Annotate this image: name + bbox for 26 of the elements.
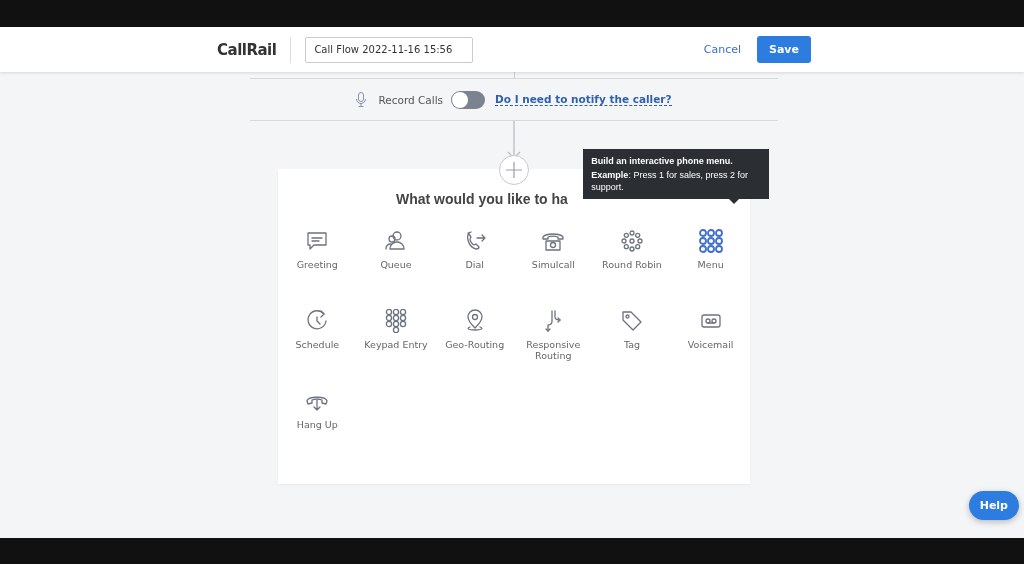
- help-button[interactable]: Help: [968, 491, 1019, 520]
- record-calls-label: Record Calls: [378, 93, 444, 106]
- logo: CallRail: [217, 40, 277, 59]
- step-option[interactable]: Greeting: [278, 219, 357, 299]
- tooltip-heading: Build an interactive phone menu.: [591, 155, 734, 167]
- step-option[interactable]: Tag: [592, 299, 672, 379]
- step-option[interactable]: Keypad Entry: [356, 299, 436, 379]
- flow-name-field[interactable]: Call Flow 2022-11-16 15:56: [305, 36, 474, 63]
- step-option[interactable]: Hang Up: [278, 379, 357, 459]
- step-option[interactable]: Simulcall: [514, 219, 593, 299]
- step-option[interactable]: Menu: [671, 219, 750, 299]
- picker-title: What would you like to ha: [396, 191, 568, 209]
- step-option[interactable]: Geo-Routing: [435, 299, 514, 379]
- step-option[interactable]: Responsive Routing: [514, 299, 593, 379]
- tooltip-text: Example: Press 1 for sales, press 2 for support.: [591, 169, 749, 193]
- step-option[interactable]: Schedule: [278, 299, 357, 379]
- cancel-link[interactable]: Cancel: [703, 43, 741, 56]
- step-option[interactable]: Round Robin: [592, 219, 672, 299]
- step-option[interactable]: Dial: [435, 219, 514, 299]
- microphone-icon: [356, 92, 367, 107]
- notify-caller-link[interactable]: Do I need to notify the caller?: [495, 93, 672, 106]
- step-option[interactable]: Queue: [356, 219, 436, 299]
- step-option[interactable]: Voicemail: [671, 299, 750, 379]
- save-button[interactable]: Save: [757, 36, 811, 63]
- plus-icon: [506, 162, 522, 178]
- record-toggle[interactable]: [451, 90, 486, 109]
